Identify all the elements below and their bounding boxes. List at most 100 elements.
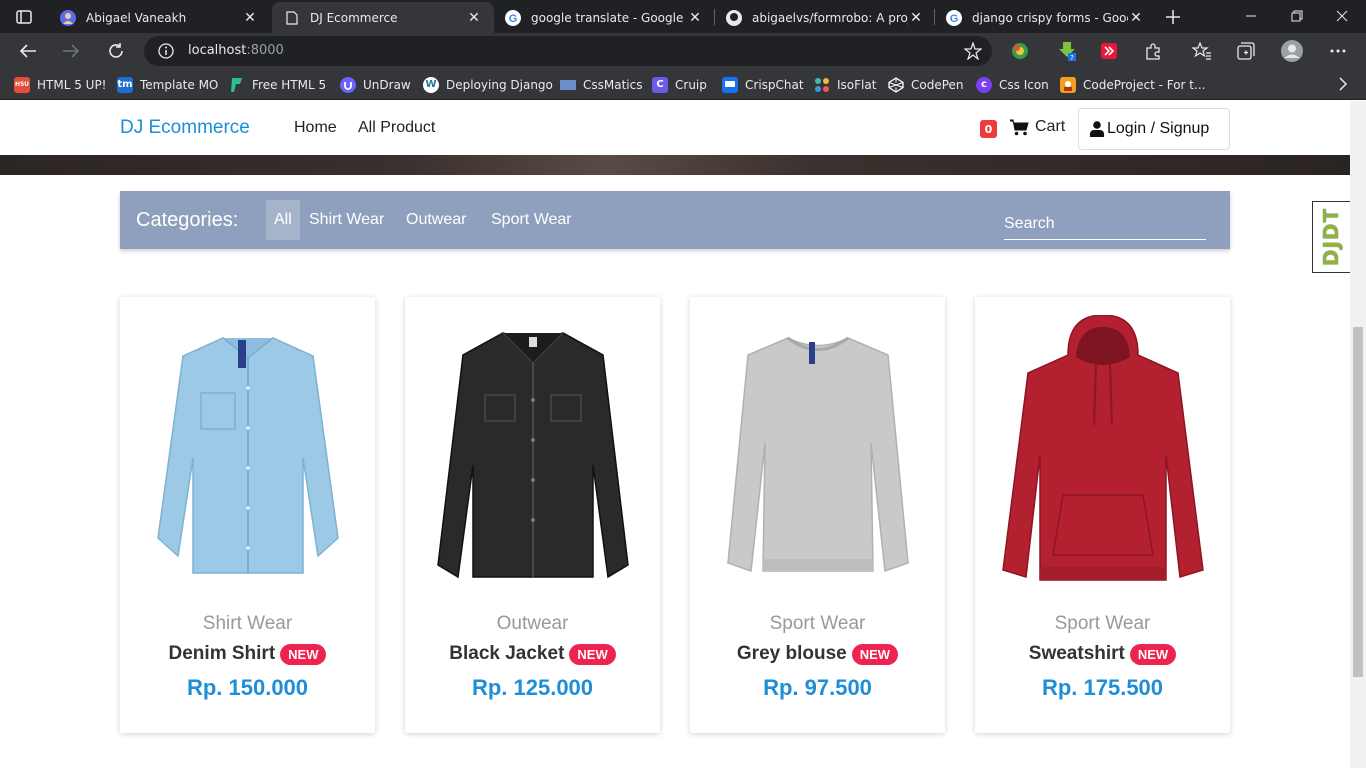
close-tab-icon[interactable]: ✕	[466, 10, 482, 26]
minimize-button[interactable]	[1229, 4, 1273, 28]
product-category: Sport Wear	[1054, 613, 1151, 634]
collections-icon[interactable]	[1235, 40, 1257, 62]
cart-link[interactable]: Cart	[1035, 118, 1065, 136]
login-signup-button[interactable]: Login / Signup	[1078, 108, 1230, 150]
url-port: :8000	[246, 43, 284, 58]
tab-title: google translate - Google Sea	[531, 10, 687, 25]
bookmark-item[interactable]: H5U HTML 5 UP!	[14, 76, 107, 93]
bookmark-label: Free HTML 5	[252, 77, 327, 92]
close-tab-icon[interactable]: ✕	[242, 10, 258, 26]
browser-tab[interactable]: abigaelvs/formrobo: A projec ✕	[714, 2, 936, 33]
bookmark-item[interactable]: CodePen	[888, 76, 964, 93]
category-filter-shirt-wear[interactable]: Shirt Wear	[301, 200, 392, 240]
more-menu-icon[interactable]	[1327, 40, 1349, 62]
close-tab-icon[interactable]: ✕	[1128, 10, 1144, 26]
nav-all-product-link[interactable]: All Product	[358, 119, 435, 137]
product-card[interactable]: Shirt Wear Denim Shirt NEW Rp. 150.000	[120, 297, 375, 733]
bookmark-label: CodeProject - For t...	[1083, 77, 1206, 92]
bookmark-item[interactable]: W Deploying Django	[423, 76, 553, 93]
site-info-icon[interactable]	[158, 43, 174, 59]
site-brand[interactable]: DJ Ecommerce	[120, 117, 250, 139]
browser-tab[interactable]: G django crispy forms - Google ✕	[934, 2, 1156, 33]
grey-sweater-image	[726, 336, 909, 572]
bookmark-item[interactable]: tm Template MO	[117, 76, 218, 93]
crispchat-icon	[722, 76, 738, 93]
user-icon	[1090, 121, 1104, 137]
bookmark-label: CodePen	[911, 77, 964, 92]
product-image[interactable]	[120, 305, 375, 600]
category-filter-outwear[interactable]: Outwear	[398, 200, 474, 240]
product-card[interactable]: Sport Wear Sweatshirt NEW Rp. 175.500	[975, 297, 1230, 733]
page-scrollbar[interactable]	[1350, 101, 1366, 768]
extension-red-icon[interactable]	[1098, 40, 1120, 62]
product-name[interactable]: Grey blouse	[737, 643, 847, 665]
close-window-button[interactable]	[1320, 4, 1364, 28]
bookmark-label: HTML 5 UP!	[37, 77, 107, 92]
category-filter-sport-wear[interactable]: Sport Wear	[483, 200, 580, 240]
product-card[interactable]: Sport Wear Grey blouse NEW Rp. 97.500	[690, 297, 945, 733]
product-title-row: Black Jacket NEW	[405, 643, 660, 665]
bookmarks-more-button[interactable]	[1338, 77, 1348, 91]
url-text: localhost:8000	[188, 43, 284, 58]
login-signup-label: Login / Signup	[1107, 120, 1210, 137]
scrollbar-thumb[interactable]	[1353, 327, 1363, 677]
shopping-cart-icon[interactable]	[1010, 119, 1029, 136]
forward-button[interactable]	[59, 39, 83, 63]
extensions-puzzle-icon[interactable]	[1142, 40, 1164, 62]
favorites-icon[interactable]	[1191, 40, 1213, 62]
extension-download-icon[interactable]: ?	[1056, 40, 1078, 62]
close-tab-icon[interactable]: ✕	[908, 10, 924, 26]
add-favorite-icon[interactable]	[964, 42, 982, 60]
reload-button[interactable]	[104, 39, 128, 63]
category-filter-all[interactable]: All	[266, 200, 300, 240]
codepen-icon	[888, 76, 904, 93]
extension-colorpick-icon[interactable]	[1009, 40, 1031, 62]
cssicon-icon: c	[976, 76, 992, 93]
cssmatics-icon	[560, 77, 576, 93]
bookmark-item[interactable]: c Css Icon	[976, 76, 1049, 93]
product-category: Shirt Wear	[202, 613, 293, 634]
bookmark-item[interactable]: CodeProject - For t...	[1060, 76, 1205, 93]
templatemo-icon: tm	[117, 76, 133, 93]
product-image[interactable]	[405, 305, 660, 600]
bookmark-item[interactable]: UnDraw	[340, 76, 411, 93]
google-favicon-icon: G	[505, 9, 521, 26]
browser-tab[interactable]: G google translate - Google Sea ✕	[493, 2, 715, 33]
nav-home-link[interactable]: Home	[294, 119, 337, 137]
product-image[interactable]	[690, 305, 945, 600]
product-name[interactable]: Black Jacket	[449, 643, 564, 665]
browser-tab-active[interactable]: DJ Ecommerce ✕	[272, 2, 494, 33]
tab-actions-button[interactable]	[10, 7, 38, 27]
browser-tab[interactable]: Abigael Vaneakh ✕	[48, 2, 270, 33]
django-debug-toolbar-handle[interactable]: DJDT	[1312, 201, 1350, 273]
product-category: Sport Wear	[769, 613, 866, 634]
page-favicon-icon	[284, 10, 300, 26]
bookmark-item[interactable]: CrispChat	[722, 76, 804, 93]
browser-tab-strip: Abigael Vaneakh ✕ DJ Ecommerce ✕ G googl…	[0, 0, 1366, 33]
new-tab-button[interactable]	[1161, 5, 1185, 29]
bookmark-label: Cruip	[675, 77, 707, 92]
djdt-label: DJDT	[1319, 207, 1344, 267]
bookmark-item[interactable]: Free HTML 5	[229, 76, 326, 93]
address-bar[interactable]: localhost:8000	[144, 36, 992, 66]
profile-avatar-icon[interactable]	[1281, 40, 1303, 62]
bookmark-label: Template MO	[140, 77, 219, 92]
bookmark-item[interactable]: IsoFlat	[814, 76, 876, 93]
reload-icon	[109, 43, 123, 58]
bookmark-item[interactable]: C Cruip	[652, 76, 707, 93]
new-badge: NEW	[569, 643, 616, 665]
product-name[interactable]: Sweatshirt	[1029, 643, 1125, 665]
cart-count-badge: 0	[980, 120, 997, 138]
product-card[interactable]: Outwear Black Jacket NEW Rp. 125.000	[405, 297, 660, 733]
svg-text:?: ?	[1070, 54, 1074, 61]
bookmark-label: Deploying Django	[446, 77, 553, 92]
bookmark-item[interactable]: CssMatics	[560, 76, 642, 93]
close-tab-icon[interactable]: ✕	[687, 10, 703, 26]
product-image[interactable]	[975, 305, 1230, 600]
search-input[interactable]	[1004, 208, 1206, 240]
new-badge: NEW	[280, 643, 327, 665]
url-host: localhost	[188, 43, 247, 58]
back-button[interactable]	[16, 39, 40, 63]
product-name[interactable]: Denim Shirt	[169, 643, 276, 665]
restore-button[interactable]	[1275, 4, 1319, 28]
